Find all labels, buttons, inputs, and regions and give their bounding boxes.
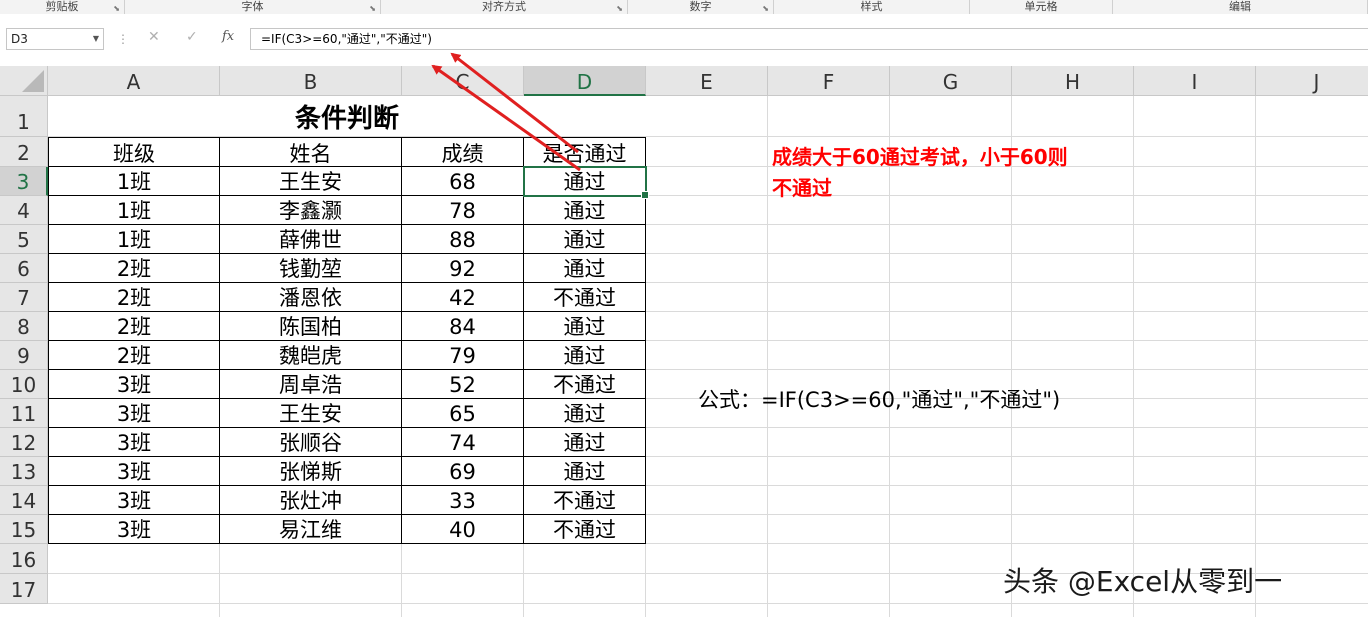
arrow-to-formula-bar <box>450 52 579 154</box>
arrow-to-formula-bar-2 <box>431 64 581 172</box>
annotation-arrows <box>431 52 581 172</box>
